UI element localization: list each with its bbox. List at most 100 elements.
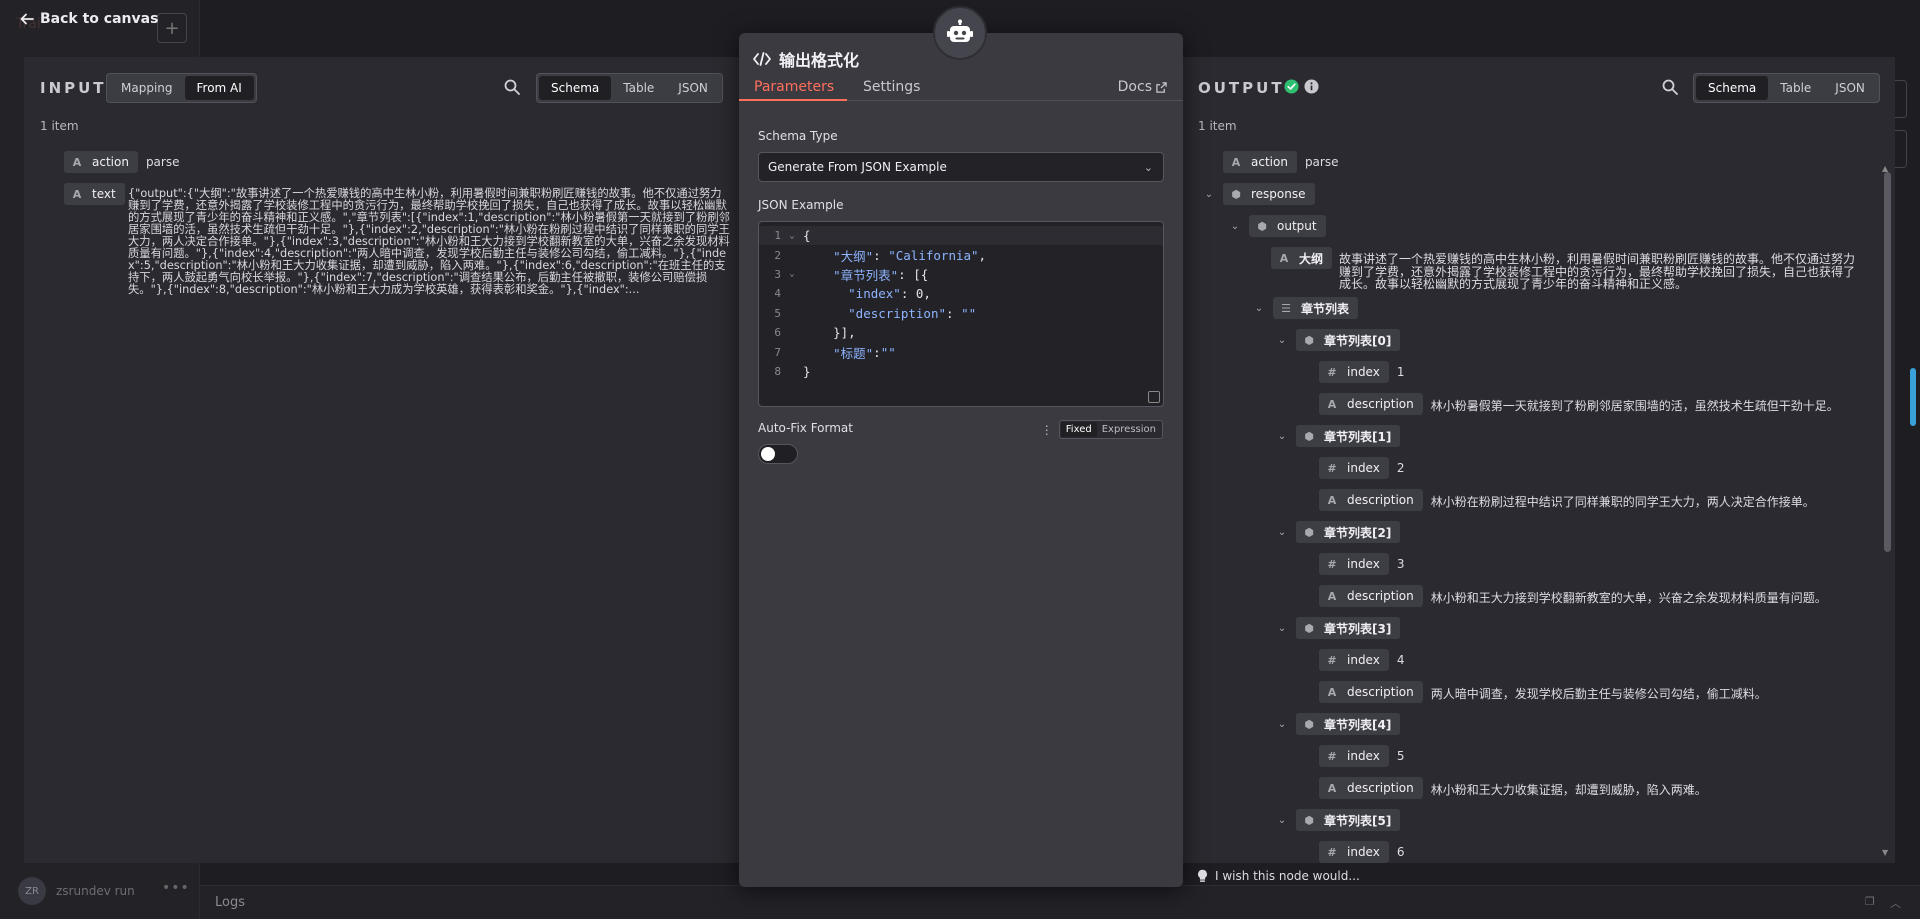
node-title[interactable]: 输出格式化 xyxy=(753,47,859,71)
field-pill[interactable]: # index xyxy=(1319,361,1389,383)
tab-parameters[interactable]: Parameters xyxy=(754,79,834,95)
schema-object[interactable]: ⌄ ⬢ response xyxy=(1203,183,1315,205)
json-example-editor[interactable]: 1 ⌄{2 "大纲": "California", 3 ⌄ "章节列表": [{4 "… xyxy=(758,221,1164,407)
field-pill[interactable]: ⬢ response xyxy=(1223,183,1315,205)
field-pill[interactable]: # index xyxy=(1319,841,1389,863)
search-icon[interactable] xyxy=(504,79,520,95)
more-options-icon[interactable]: ••• xyxy=(162,880,190,896)
field-pill[interactable]: Aaction xyxy=(1223,151,1297,173)
schema-field[interactable]: Aaction parse xyxy=(64,151,179,173)
field-pill[interactable]: ⬢ 章节列表[2] xyxy=(1296,521,1401,543)
chapter-item[interactable]: ⌄ ⬢ 章节列表[0] xyxy=(1276,329,1401,351)
code-line[interactable]: 2 "大纲": "California", xyxy=(759,245,1163,264)
field-pill[interactable]: Adescription xyxy=(1319,393,1423,415)
schema-object[interactable]: ⌄ ⬢ output xyxy=(1229,215,1326,237)
feedback-link[interactable]: I wish this node would... xyxy=(1197,869,1360,883)
chevron-down-icon[interactable]: ⌄ xyxy=(1276,617,1288,639)
schema-field[interactable]: # index 5 xyxy=(1319,745,1404,767)
schema-field[interactable]: Adescription 林小粉和王大力收集证据，却遭到威胁，陷入两难。 xyxy=(1319,777,1707,799)
schema-view-button[interactable]: Schema xyxy=(1696,76,1769,100)
schema-field[interactable]: Adescription 林小粉在粉刷过程中结识了同样兼职的同学王大力，两人决定合… xyxy=(1319,489,1815,511)
field-pill[interactable]: # index xyxy=(1319,553,1389,575)
chapter-item[interactable]: ⌄ ⬢ 章节列表[4] xyxy=(1276,713,1401,735)
field-pill[interactable]: # index xyxy=(1319,649,1389,671)
field-pill[interactable]: ⬢ 章节列表[0] xyxy=(1296,329,1401,351)
chevron-down-icon[interactable]: ⌄ xyxy=(1276,713,1288,735)
autofix-toggle[interactable] xyxy=(758,444,798,464)
code-line[interactable]: 6 }], xyxy=(759,323,1163,342)
mapping-mode-button[interactable]: Mapping xyxy=(109,76,185,100)
code-line[interactable]: 3 ⌄ "章节列表": [{ xyxy=(759,265,1163,284)
field-pill[interactable]: ⬢ 章节列表[4] xyxy=(1296,713,1401,735)
table-view-button[interactable]: Table xyxy=(611,76,666,100)
field-pill[interactable]: ⬢ 章节列表[5] xyxy=(1296,809,1401,831)
logs-popout-icon[interactable]: ❐ xyxy=(1865,895,1875,908)
chapter-item[interactable]: ⌄ ⬢ 章节列表[2] xyxy=(1276,521,1401,543)
schema-field[interactable]: Aaction parse xyxy=(1223,151,1338,173)
schema-array[interactable]: ⌄ ☰ 章节列表 xyxy=(1253,297,1359,319)
json-view-button[interactable]: JSON xyxy=(1823,76,1877,100)
schema-field[interactable]: Atext xyxy=(64,183,125,205)
field-pill[interactable]: Adescription xyxy=(1319,489,1423,511)
schema-field[interactable]: Adescription 两人暗中调查，发现学校后勤主任与装修公司勾结，偷工减料。 xyxy=(1319,681,1767,703)
chevron-down-icon[interactable]: ⌄ xyxy=(1276,425,1288,447)
fold-icon[interactable]: ⌄ xyxy=(781,269,803,279)
schema-field[interactable]: # index 2 xyxy=(1319,457,1404,479)
schema-field[interactable]: Adescription 林小粉暑假第一天就接到了粉刷邻居家围墙的活，虽然技术生疏… xyxy=(1319,393,1839,415)
logs-expand-icon[interactable]: ︿ xyxy=(1890,895,1901,911)
chapter-item[interactable]: ⌄ ⬢ 章节列表[1] xyxy=(1276,425,1401,447)
user-menu[interactable]: ZR zsrundev run xyxy=(18,877,135,905)
info-icon[interactable] xyxy=(1304,79,1319,94)
scroll-down-icon[interactable]: ▼ xyxy=(1882,848,1888,857)
chevron-down-icon[interactable]: ⌄ xyxy=(1253,297,1265,319)
string-type-icon: A xyxy=(1327,493,1337,507)
field-pill[interactable]: # index xyxy=(1319,457,1389,479)
schema-field[interactable]: # index 3 xyxy=(1319,553,1404,575)
field-pill[interactable]: Atext xyxy=(64,183,125,205)
fold-icon[interactable]: ⌄ xyxy=(781,231,803,241)
field-pill[interactable]: ⬢ output xyxy=(1249,215,1326,237)
table-view-button[interactable]: Table xyxy=(1768,76,1823,100)
code-line[interactable]: 8} xyxy=(759,362,1163,381)
search-icon[interactable] xyxy=(1662,79,1678,95)
from-ai-mode-button[interactable]: From AI xyxy=(184,76,254,100)
field-pill[interactable]: A 大纲 xyxy=(1271,247,1333,269)
chevron-down-icon[interactable]: ⌄ xyxy=(1203,183,1215,205)
docs-link[interactable]: Docs xyxy=(1118,79,1167,95)
output-scrollbar-thumb[interactable] xyxy=(1884,172,1891,552)
back-to-canvas-link[interactable]: Back to canvas xyxy=(20,11,158,27)
resize-handle[interactable] xyxy=(1148,391,1160,403)
field-pill[interactable]: ⬢ 章节列表[3] xyxy=(1296,617,1401,639)
schema-view-button[interactable]: Schema xyxy=(539,76,612,100)
json-view-button[interactable]: JSON xyxy=(666,76,720,100)
chapter-item[interactable]: ⌄ ⬢ 章节列表[5] xyxy=(1276,809,1401,831)
fixed-option[interactable]: Fixed xyxy=(1060,422,1097,437)
background-add-button[interactable]: + xyxy=(157,13,187,43)
code-line[interactable]: 4 "index": 0, xyxy=(759,284,1163,303)
chevron-down-icon[interactable]: ⌄ xyxy=(1276,329,1288,351)
field-pill[interactable]: Adescription xyxy=(1319,585,1423,607)
field-pill[interactable]: Adescription xyxy=(1319,777,1423,799)
chevron-down-icon[interactable]: ⌄ xyxy=(1229,215,1241,237)
vertical-dots-icon[interactable]: ⋮ xyxy=(1041,423,1053,437)
tab-settings[interactable]: Settings xyxy=(863,79,920,95)
field-pill[interactable]: ☰ 章节列表 xyxy=(1273,297,1359,319)
chevron-down-icon[interactable]: ⌄ xyxy=(1276,809,1288,831)
code-line[interactable]: 5 "description": "" xyxy=(759,304,1163,323)
field-pill[interactable]: Aaction xyxy=(64,151,138,173)
code-line[interactable]: 1 ⌄{ xyxy=(759,226,1163,245)
schema-field[interactable]: # index 6 xyxy=(1319,841,1404,863)
logs-bar[interactable]: Logs ❐ ︿ xyxy=(200,885,1920,919)
field-pill[interactable]: ⬢ 章节列表[1] xyxy=(1296,425,1401,447)
chapter-item[interactable]: ⌄ ⬢ 章节列表[3] xyxy=(1276,617,1401,639)
code-line[interactable]: 7 "标题": "" xyxy=(759,342,1163,361)
schema-field[interactable]: # index 1 xyxy=(1319,361,1404,383)
field-pill[interactable]: Adescription xyxy=(1319,681,1423,703)
schema-type-select[interactable]: Generate From JSON Example ⌄ xyxy=(758,152,1164,182)
schema-field[interactable]: Adescription 林小粉和王大力接到学校翻新教室的大单，兴奋之余发现材料质… xyxy=(1319,585,1827,607)
expression-option[interactable]: Expression xyxy=(1097,422,1161,437)
chevron-down-icon[interactable]: ⌄ xyxy=(1276,521,1288,543)
schema-field[interactable]: A 大纲 xyxy=(1271,247,1333,269)
schema-field[interactable]: # index 4 xyxy=(1319,649,1404,671)
field-pill[interactable]: # index xyxy=(1319,745,1389,767)
